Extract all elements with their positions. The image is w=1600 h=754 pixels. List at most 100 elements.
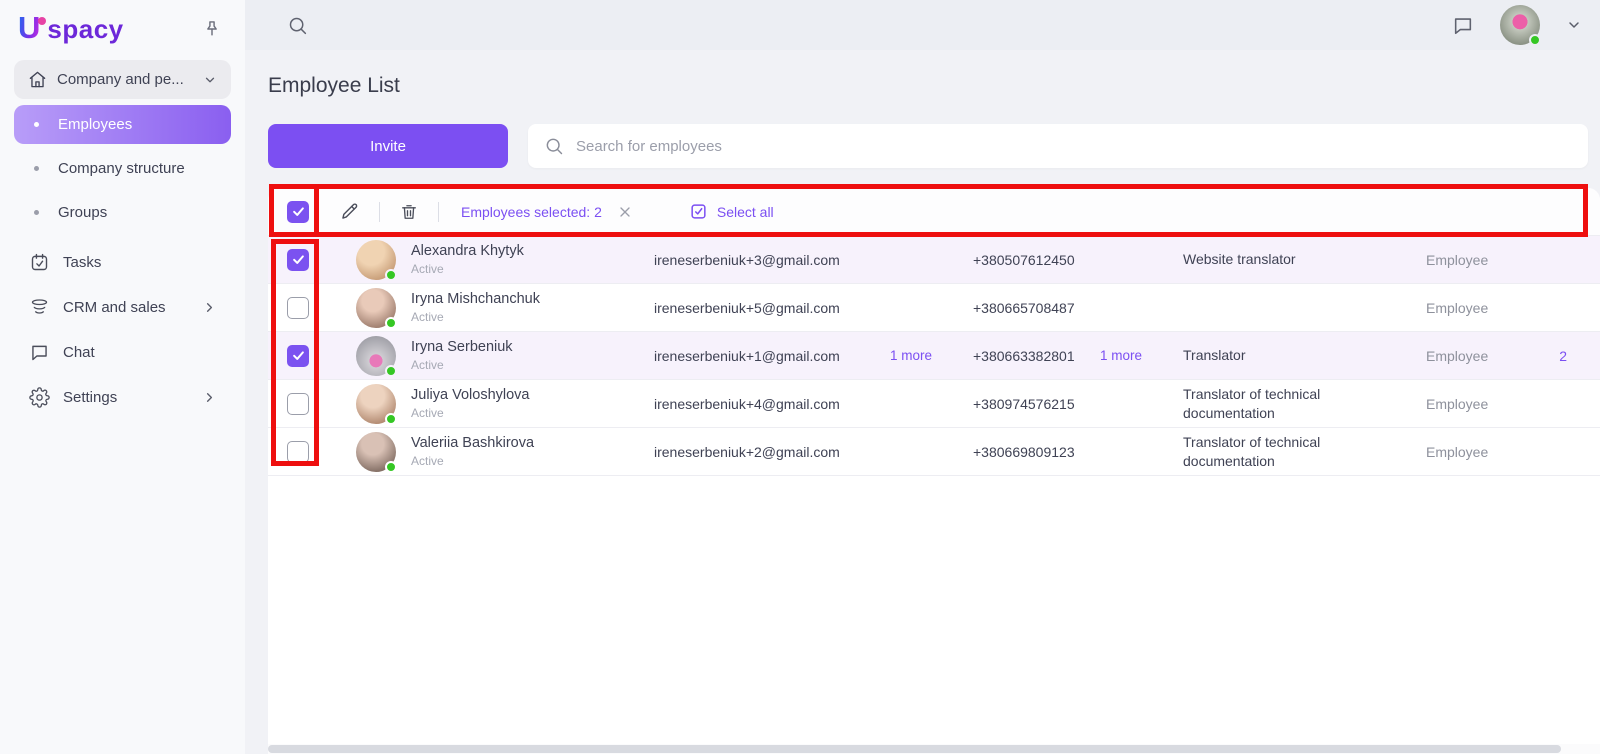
employee-avatar xyxy=(356,240,396,280)
employee-search-input[interactable] xyxy=(576,138,1572,155)
sidebar-item-label: Company structure xyxy=(58,160,217,177)
select-all-checkbox[interactable] xyxy=(287,201,309,223)
horizontal-scrollbar[interactable] xyxy=(268,744,1600,754)
topbar-actions xyxy=(1452,5,1582,45)
sidebar-nav: Employees Company structure Groups Tasks CRM… xyxy=(0,105,245,417)
chevron-right-icon xyxy=(202,390,217,405)
crm-icon xyxy=(28,297,50,318)
employee-name[interactable]: Iryna Serbeniuk xyxy=(411,339,513,355)
toolbar-divider xyxy=(438,202,439,222)
app-window: U spacy Company and pe... EmployeesCompa xyxy=(0,0,1600,754)
employee-name[interactable]: Valeriia Bashkirova xyxy=(411,435,534,451)
row-checkbox[interactable] xyxy=(287,249,309,271)
sidebar-item-chat[interactable]: Chat xyxy=(14,333,231,372)
employee-avatar xyxy=(356,432,396,472)
employee-role: Employee xyxy=(1390,252,1525,268)
employee-email: ireneserbeniuk+2@gmail.com xyxy=(640,444,875,460)
sidebar-item-label: Employees xyxy=(58,116,217,133)
tasks-icon xyxy=(28,252,50,273)
uspacy-logo[interactable]: U spacy xyxy=(18,13,124,45)
sidebar-item-settings[interactable]: Settings xyxy=(14,378,231,417)
employee-phone: +380665708487 xyxy=(953,300,1083,316)
sidebar-item-label: Groups xyxy=(58,204,217,221)
sidebar-item-label: CRM and sales xyxy=(63,299,189,316)
employee-avatar xyxy=(356,288,396,328)
employee-role: Employee xyxy=(1390,444,1525,460)
row-checkbox[interactable] xyxy=(287,441,309,463)
chevron-down-icon xyxy=(203,73,217,87)
employee-avatar xyxy=(356,336,396,376)
employee-email: ireneserbeniuk+5@gmail.com xyxy=(640,300,875,316)
invite-button[interactable]: Invite xyxy=(268,124,508,168)
row-checkbox[interactable] xyxy=(287,393,309,415)
sidebar-item-label: Tasks xyxy=(63,254,217,271)
online-status-dot xyxy=(385,461,397,473)
employee-avatar xyxy=(356,384,396,424)
chat-icon xyxy=(28,342,50,363)
sidebar-item-groups[interactable]: Groups xyxy=(14,193,231,232)
table-row[interactable]: Iryna Mishchanchuk Active ireneserbeniuk… xyxy=(268,284,1600,332)
sidebar-item-company-structure[interactable]: Company structure xyxy=(14,149,231,188)
table-row[interactable]: Iryna Serbeniuk Active ireneserbeniuk+1@… xyxy=(268,332,1600,380)
logo-dot xyxy=(38,17,46,25)
workspace-switcher[interactable]: Company and pe... xyxy=(14,60,231,99)
delete-icon[interactable] xyxy=(399,202,419,222)
table-row[interactable]: Juliya Voloshylova Active ireneserbeniuk… xyxy=(268,380,1600,428)
select-all-button[interactable]: Select all xyxy=(689,202,774,221)
selected-count-label: Employees selected: 2 xyxy=(461,204,602,220)
global-search-icon[interactable] xyxy=(287,15,308,36)
employee-role: Employee xyxy=(1390,300,1525,316)
search-icon xyxy=(544,136,564,156)
user-menu-chevron-icon[interactable] xyxy=(1566,17,1582,33)
sidebar-item-label: Chat xyxy=(63,344,217,361)
employee-role: Employee xyxy=(1390,348,1525,364)
bullet-icon xyxy=(34,122,39,127)
table-row[interactable]: Valeriia Bashkirova Active ireneserbeniu… xyxy=(268,428,1600,476)
employee-name[interactable]: Juliya Voloshylova xyxy=(411,387,530,403)
chevron-right-icon xyxy=(202,300,217,315)
user-avatar[interactable] xyxy=(1500,5,1540,45)
phone-more-link[interactable]: 1 more xyxy=(1083,348,1165,363)
employee-status: Active xyxy=(411,262,524,276)
employee-phone: +380669809123 xyxy=(953,444,1083,460)
table-row[interactable]: Alexandra Khytyk Active ireneserbeniuk+3… xyxy=(268,236,1600,284)
sidebar-item-crm-and-sales[interactable]: CRM and sales xyxy=(14,288,231,327)
employee-table-card: Employees selected: 2 Select all xyxy=(268,188,1600,744)
employee-search[interactable] xyxy=(528,124,1588,168)
selection-toolbar: Employees selected: 2 Select all xyxy=(268,188,1600,236)
row-checkbox[interactable] xyxy=(287,297,309,319)
employee-position: Translator of technical documentation xyxy=(1165,385,1390,423)
sidebar-header: U spacy xyxy=(0,0,245,48)
bullet-icon xyxy=(34,166,39,171)
pin-sidebar-icon[interactable] xyxy=(199,16,225,42)
topbar xyxy=(245,0,1600,50)
clear-selection-icon[interactable] xyxy=(617,204,633,220)
list-controls: Invite xyxy=(268,124,1588,168)
employee-position: Translator xyxy=(1165,346,1390,365)
logo-letter-u: U xyxy=(18,13,40,43)
row-checkbox[interactable] xyxy=(287,345,309,367)
email-more-link[interactable]: 1 more xyxy=(875,348,953,363)
edit-icon[interactable] xyxy=(339,201,360,222)
employee-role: Employee xyxy=(1390,396,1525,412)
employee-phone: +380663382801 xyxy=(953,348,1083,364)
employee-email: ireneserbeniuk+1@gmail.com xyxy=(640,348,875,364)
employee-status: Active xyxy=(411,310,540,324)
online-status-dot xyxy=(385,365,397,377)
sidebar-item-label: Settings xyxy=(63,389,189,406)
workspace-label: Company and pe... xyxy=(57,71,193,88)
select-all-label: Select all xyxy=(717,204,774,220)
employee-email: ireneserbeniuk+3@gmail.com xyxy=(640,252,875,268)
employee-name[interactable]: Iryna Mishchanchuk xyxy=(411,291,540,307)
logo-text: spacy xyxy=(47,13,123,45)
sidebar-item-employees[interactable]: Employees xyxy=(14,105,231,144)
employee-name[interactable]: Alexandra Khytyk xyxy=(411,243,524,259)
messages-icon[interactable] xyxy=(1452,14,1474,36)
employee-position: Website translator xyxy=(1165,250,1390,269)
scrollbar-thumb[interactable] xyxy=(268,745,1561,753)
online-status-dot xyxy=(385,269,397,281)
online-status-dot xyxy=(385,317,397,329)
employee-extra-count[interactable]: 2 xyxy=(1525,348,1600,364)
sidebar-item-tasks[interactable]: Tasks xyxy=(14,243,231,282)
employee-email: ireneserbeniuk+4@gmail.com xyxy=(640,396,875,412)
